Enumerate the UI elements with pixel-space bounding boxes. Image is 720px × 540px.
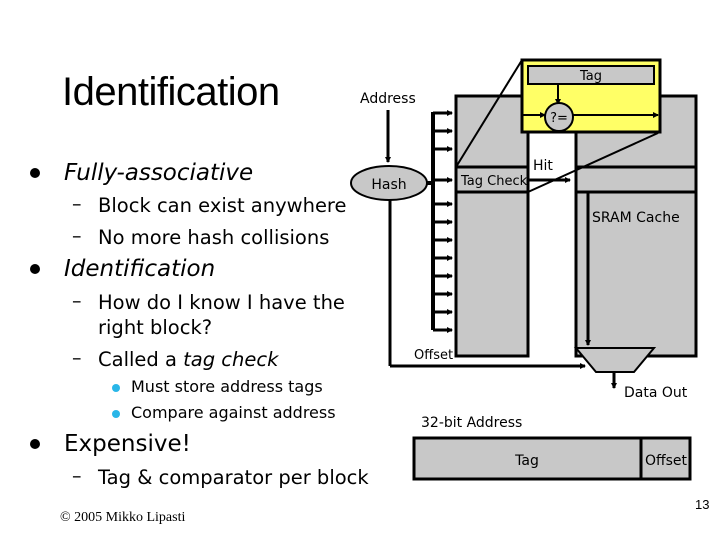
tag-array [454, 94, 530, 358]
offset-label: Offset [414, 348, 453, 363]
tag-check-label: Tag Check [460, 174, 528, 189]
data-array [574, 94, 698, 358]
address-format-title: 32-bit Address [421, 415, 522, 431]
hash-label: Hash [371, 177, 406, 193]
data-row [574, 165, 698, 194]
wordline-arrows [433, 110, 453, 333]
output-mux [573, 347, 657, 373]
address-label: Address [360, 91, 416, 107]
address-offset-field: Offset [645, 453, 688, 469]
hit-label: Hit [533, 158, 553, 174]
sram-cache-label: SRAM Cache [592, 210, 680, 226]
comparator-label: ?= [550, 111, 568, 126]
cache-diagram: Tag Check SRAM Cache Hit Tag ?= Address … [350, 58, 698, 481]
zoom-tag-label: Tag [579, 69, 602, 84]
data-out-label: Data Out [624, 385, 688, 401]
address-tag-field: Tag [514, 453, 539, 469]
